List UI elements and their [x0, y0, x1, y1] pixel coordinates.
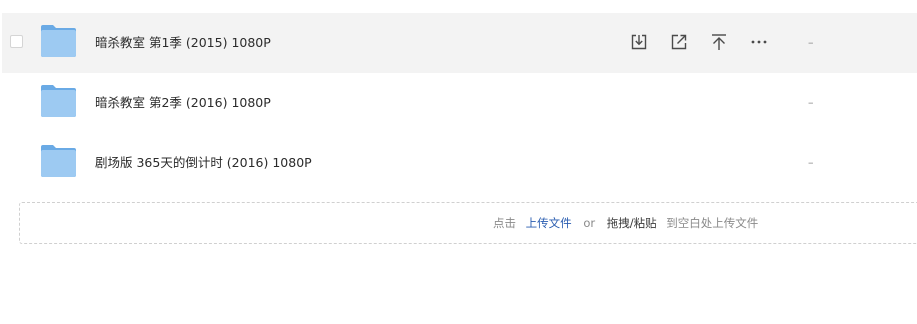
file-size: –: [808, 36, 814, 49]
upload-hint-or: or: [583, 216, 596, 230]
file-row[interactable]: 暗杀教室 第1季 (2015) 1080P –: [2, 13, 917, 73]
upload-hint-drag: 拖拽/粘贴: [606, 216, 657, 230]
upload-file-link[interactable]: 上传文件: [526, 216, 572, 230]
file-size: –: [808, 156, 814, 169]
upload-hint-suffix: 到空白处上传文件: [666, 216, 759, 230]
share-icon[interactable]: [669, 32, 689, 52]
upload-hint-prefix: 点击: [493, 216, 516, 230]
upload-hint: 点击 上传文件 or 拖拽/粘贴 到空白处上传文件: [493, 203, 764, 243]
move-to-top-icon[interactable]: [709, 32, 729, 52]
folder-icon: [41, 85, 76, 117]
file-size: –: [808, 96, 814, 109]
file-name[interactable]: 暗杀教室 第2季 (2016) 1080P: [95, 73, 271, 133]
file-row[interactable]: 暗杀教室 第2季 (2016) 1080P –: [0, 73, 917, 133]
folder-icon: [41, 145, 76, 177]
download-icon[interactable]: [629, 32, 649, 52]
file-name[interactable]: 暗杀教室 第1季 (2015) 1080P: [95, 13, 271, 73]
more-icon[interactable]: [749, 32, 769, 52]
row-actions: [629, 32, 789, 52]
file-row[interactable]: 剧场版 365天的倒计时 (2016) 1080P –: [0, 133, 917, 193]
folder-icon: [41, 25, 76, 57]
row-checkbox[interactable]: [10, 35, 23, 48]
upload-drop-zone[interactable]: 点击 上传文件 or 拖拽/粘贴 到空白处上传文件: [19, 202, 917, 244]
file-name[interactable]: 剧场版 365天的倒计时 (2016) 1080P: [95, 133, 312, 193]
file-list: 暗杀教室 第1季 (2015) 1080P – 暗杀教室 第2季 (2016) …: [0, 13, 917, 193]
